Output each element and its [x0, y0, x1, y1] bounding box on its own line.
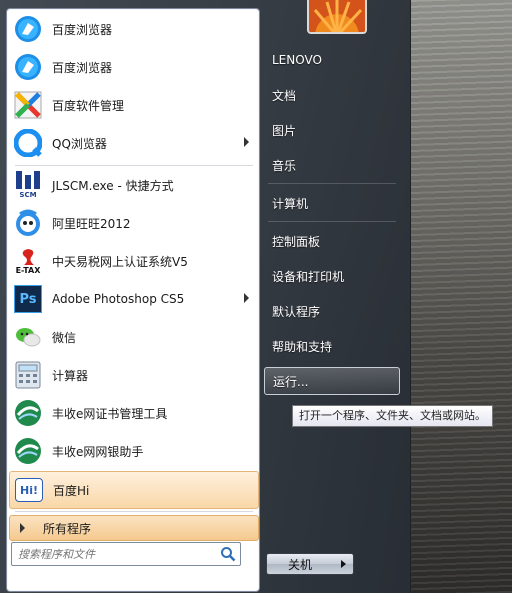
- app-item-calculator[interactable]: 计算器: [9, 357, 257, 393]
- app-item-wechat[interactable]: 微信: [9, 319, 257, 355]
- right-item-label: 控制面板: [272, 234, 321, 249]
- baidu-browser-icon: [13, 14, 43, 44]
- jlscm-icon: SCM: [13, 170, 43, 200]
- fengshou-icon: [13, 436, 43, 466]
- right-item-label: 运行...: [273, 374, 309, 389]
- fengshou-icon: [13, 398, 43, 428]
- etax-icon-text: E-TAX: [15, 265, 41, 275]
- photoshop-icon-text: Ps: [14, 285, 42, 313]
- right-item-label: 帮助和支持: [272, 339, 333, 354]
- baidu-browser-icon: [13, 52, 43, 82]
- submenu-arrow-icon: [244, 137, 249, 147]
- app-label: 微信: [52, 330, 77, 345]
- chevron-right-icon: [340, 560, 346, 568]
- app-label: 计算器: [52, 368, 89, 383]
- baidu-hi-icon-text: Hi!: [15, 478, 43, 502]
- right-item-label: 图片: [272, 123, 297, 138]
- user-avatar[interactable]: [307, 0, 367, 34]
- photoshop-icon: Ps: [13, 284, 43, 314]
- right-item-user[interactable]: LENOVO: [264, 46, 400, 74]
- app-label: 百度软件管理: [52, 98, 125, 113]
- search-box[interactable]: [11, 542, 241, 566]
- shutdown-options-button[interactable]: [333, 553, 354, 575]
- separator: [15, 511, 253, 512]
- right-item-label: LENOVO: [272, 53, 322, 67]
- separator: [268, 221, 396, 222]
- app-item-aliwangwang[interactable]: 阿里旺旺2012: [9, 205, 257, 241]
- app-item-baidu-browser-1[interactable]: 百度浏览器: [9, 11, 257, 47]
- app-label: 百度浏览器: [52, 22, 113, 37]
- right-item-default-programs[interactable]: 默认程序: [264, 297, 400, 325]
- right-item-computer[interactable]: 计算机: [264, 189, 400, 217]
- aliwangwang-icon: [13, 208, 43, 238]
- desktop-wallpaper: [410, 0, 512, 593]
- right-item-music[interactable]: 音乐: [264, 151, 400, 179]
- app-label: Adobe Photoshop CS5: [52, 292, 185, 306]
- app-label: 丰收e网证书管理工具: [52, 406, 168, 421]
- all-programs-button[interactable]: 所有程序: [9, 515, 259, 541]
- calculator-icon: [13, 360, 43, 390]
- separator: [268, 183, 396, 184]
- app-item-etax[interactable]: E-TAX 中天易税网上认证系统V5: [9, 243, 257, 279]
- app-label: 阿里旺旺2012: [52, 216, 131, 231]
- jlscm-icon-text: SCM: [19, 191, 37, 199]
- shutdown-button[interactable]: 关机: [266, 553, 334, 575]
- right-item-label: 音乐: [272, 158, 297, 173]
- app-item-fengshou-helper[interactable]: 丰收e网网银助手: [9, 433, 257, 469]
- separator: [15, 165, 253, 166]
- all-programs-label: 所有程序: [43, 521, 92, 536]
- right-item-pictures[interactable]: 图片: [264, 116, 400, 144]
- programs-pane: 百度浏览器 百度浏览器 百度软件管理 QQ浏览器 SCM JLSCM.exe -…: [6, 8, 260, 592]
- right-item-documents[interactable]: 文档: [264, 81, 400, 109]
- app-label: JLSCM.exe - 快捷方式: [52, 178, 174, 193]
- app-label: 百度Hi: [53, 483, 90, 498]
- right-item-label: 默认程序: [272, 304, 321, 319]
- expand-arrow-icon: [20, 523, 25, 533]
- start-menu: 百度浏览器 百度浏览器 百度软件管理 QQ浏览器 SCM JLSCM.exe -…: [0, 0, 493, 593]
- search-icon[interactable]: [220, 546, 236, 562]
- app-item-jlscm[interactable]: SCM JLSCM.exe - 快捷方式: [9, 167, 257, 203]
- baidu-software-manager-icon: [13, 90, 43, 120]
- right-item-label: 计算机: [272, 196, 309, 211]
- right-item-label: 设备和打印机: [272, 269, 345, 284]
- wechat-icon: [13, 322, 43, 352]
- right-item-devices-printers[interactable]: 设备和打印机: [264, 262, 400, 290]
- app-item-baidu-hi[interactable]: Hi! 百度Hi: [9, 471, 259, 509]
- right-item-control-panel[interactable]: 控制面板: [264, 227, 400, 255]
- submenu-arrow-icon: [244, 293, 249, 303]
- app-item-qq-browser[interactable]: QQ浏览器: [9, 125, 257, 161]
- app-item-photoshop[interactable]: Ps Adobe Photoshop CS5: [9, 281, 257, 317]
- app-item-baidu-browser-2[interactable]: 百度浏览器: [9, 49, 257, 85]
- right-item-help-support[interactable]: 帮助和支持: [264, 332, 400, 360]
- baidu-hi-icon: Hi!: [14, 475, 44, 505]
- app-item-baidu-software-manager[interactable]: 百度软件管理: [9, 87, 257, 123]
- run-tooltip: 打开一个程序、文件夹、文档或网站。: [292, 405, 493, 427]
- etax-icon: E-TAX: [13, 246, 43, 276]
- right-item-label: 文档: [272, 88, 297, 103]
- shutdown-label: 关机: [287, 557, 312, 572]
- app-label: QQ浏览器: [52, 136, 107, 151]
- app-label: 丰收e网网银助手: [52, 444, 144, 459]
- search-input[interactable]: [16, 544, 216, 564]
- app-label: 中天易税网上认证系统V5: [52, 254, 188, 269]
- app-item-fengshou-cert[interactable]: 丰收e网证书管理工具: [9, 395, 257, 431]
- app-label: 百度浏览器: [52, 60, 113, 75]
- right-item-run[interactable]: 运行...: [264, 367, 400, 395]
- qq-browser-icon: [13, 128, 43, 158]
